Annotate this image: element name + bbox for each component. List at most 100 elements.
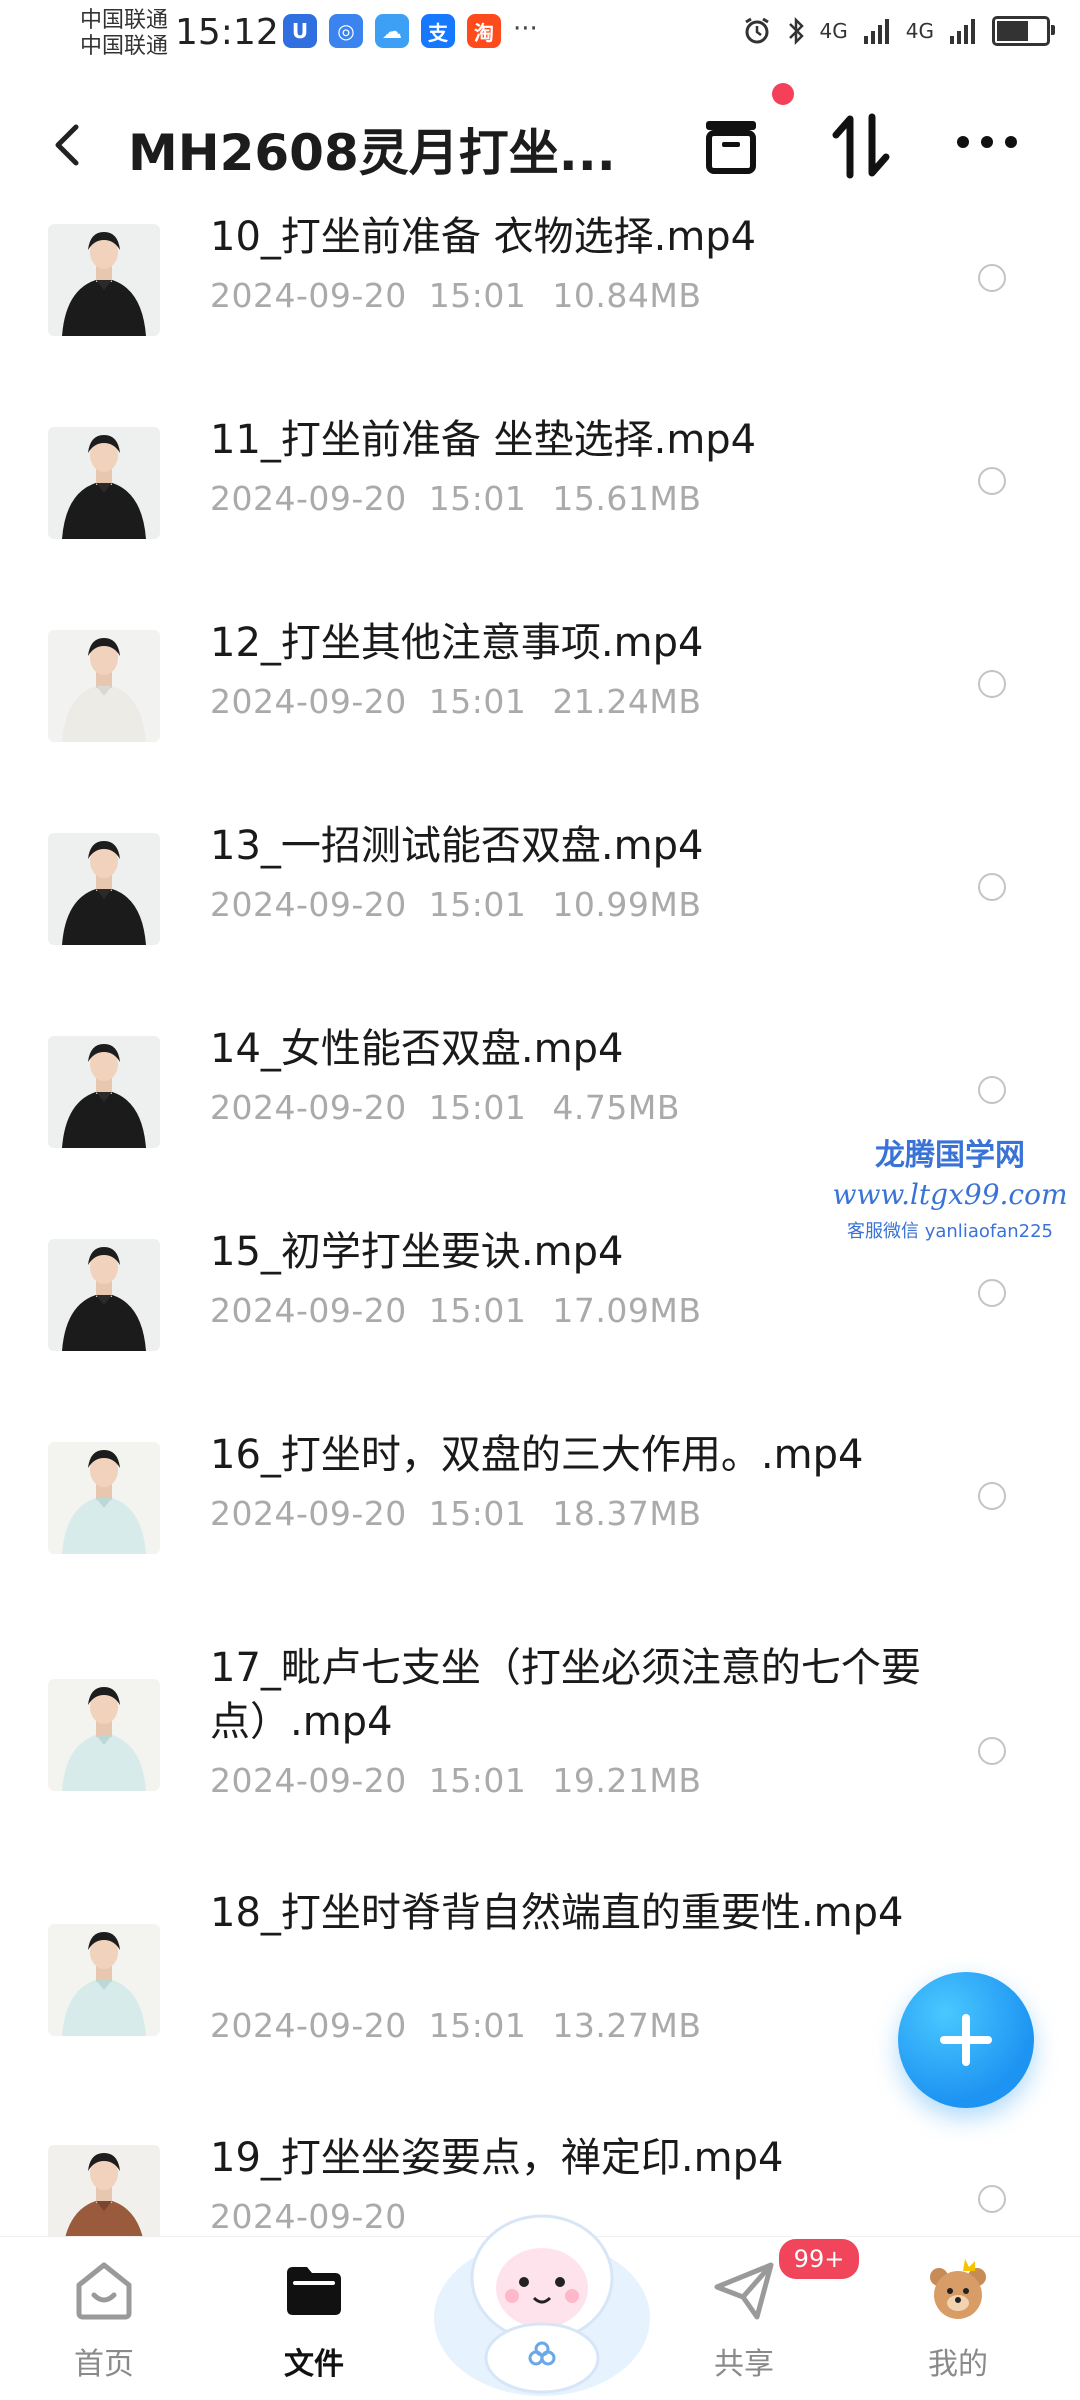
file-meta: 2024-09-20 15:01 19.21MB (210, 1761, 701, 1800)
nav-files[interactable]: 文件 (234, 2255, 394, 2383)
select-checkbox[interactable] (978, 467, 1006, 495)
file-size: 13.27MB (552, 2006, 702, 2045)
file-name: 18_打坐时脊背自然端直的重要性.mp4 (210, 1890, 904, 1936)
video-thumbnail (48, 630, 160, 742)
folder-icon (287, 2267, 341, 2315)
file-meta: 2024-09-20 15:01 4.75MB (210, 1088, 680, 1127)
signal-1-label: 4G (819, 19, 848, 43)
video-thumbnail (48, 1924, 160, 2036)
status-app-icons: U ◎ ☁ 支淘 ··· (283, 14, 538, 48)
file-size: 19.21MB (552, 1761, 702, 1800)
file-date: 2024-09-20 (210, 1291, 407, 1330)
file-meta: 2024-09-20 15:01 10.99MB (210, 885, 701, 924)
app-root: 中国联通 中国联通 15:12 U ◎ ☁ 支淘 ··· 4G 4G MH2608灵月打… (0, 0, 1080, 2400)
select-checkbox[interactable] (978, 873, 1006, 901)
status-bar: 中国联通 中国联通 15:12 U ◎ ☁ 支淘 ··· 4G 4G (0, 0, 1080, 70)
add-button[interactable] (898, 1972, 1034, 2108)
video-thumbnail (48, 1239, 160, 1351)
file-size: 17.09MB (552, 1291, 702, 1330)
sort-icon[interactable] (830, 113, 892, 179)
select-checkbox[interactable] (978, 1482, 1006, 1510)
file-time: 15:01 (428, 682, 527, 721)
app-shield-icon: U (283, 14, 317, 48)
signal-2-icon (950, 19, 975, 44)
app-taobao-icon: 淘 (467, 14, 501, 48)
share-icon (714, 2262, 774, 2320)
status-indicators: 4G 4G (742, 16, 1055, 46)
bluetooth-icon (788, 16, 804, 46)
file-size: 18.37MB (552, 1494, 702, 1533)
file-size: 4.75MB (552, 1088, 680, 1127)
carrier-1: 中国联通 (80, 8, 169, 33)
page-title: MH2608灵月打坐... (128, 124, 616, 182)
nav-home-label: 首页 (74, 2347, 134, 2382)
file-name: 10_打坐前准备 衣物选择.mp4 (210, 214, 757, 260)
nav-share-label: 共享 (714, 2347, 774, 2382)
watermark-url: www.ltgx99.com (832, 1178, 1068, 1211)
mascot-icon (434, 2214, 650, 2396)
video-thumbnail (48, 427, 160, 539)
select-checkbox[interactable] (978, 1076, 1006, 1104)
signal-1-icon (863, 19, 889, 44)
home-icon (76, 2262, 132, 2320)
file-size: 15.61MB (552, 479, 702, 518)
video-thumbnail (48, 833, 160, 945)
file-size: 10.99MB (552, 885, 702, 924)
file-meta: 2024-09-20 15:01 13.27MB (210, 2006, 701, 2045)
file-row[interactable]: 17_毗卢七支坐（打坐必须注意的七个要点）.mp4 2024-09-20 15:01… (0, 1641, 1080, 1871)
file-name: 17_毗卢七支坐（打坐必须注意的七个要点）.mp4 (210, 1645, 921, 1745)
nav-home[interactable]: 首页 (24, 2255, 184, 2383)
more-options-icon[interactable] (955, 127, 1019, 157)
file-time: 15:01 (428, 1494, 527, 1533)
nav-profile[interactable]: 我的 (878, 2255, 1038, 2383)
watermark: 龙腾国学网 www.ltgx99.com 客服微信 yanliaofan225 (820, 1130, 1080, 1243)
file-row[interactable]: 16_打坐时，双盘的三大作用。.mp4 2024-09-20 15:01 18.37M… (0, 1428, 1080, 1618)
watermark-site-name: 龙腾国学网 (875, 1138, 1025, 1173)
file-size: 10.84MB (552, 276, 702, 315)
battery-icon (992, 16, 1055, 46)
nav-files-label: 文件 (284, 2347, 344, 2382)
status-time: 15:12 (175, 12, 279, 53)
file-meta: 2024-09-20 15:01 21.24MB (210, 682, 701, 721)
file-date: 2024-09-20 (210, 1088, 407, 1127)
select-checkbox[interactable] (978, 1279, 1006, 1307)
select-checkbox[interactable] (978, 1737, 1006, 1765)
select-checkbox[interactable] (978, 670, 1006, 698)
file-row[interactable]: 10_打坐前准备 衣物选择.mp4 2024-09-20 15:01 10.84MB (0, 210, 1080, 400)
file-meta: 2024-09-20 (210, 2197, 455, 2236)
file-time: 15:01 (428, 1291, 527, 1330)
file-row[interactable]: 13_一招测试能否双盘.mp4 2024-09-20 15:01 10.99MB (0, 819, 1080, 1009)
file-time: 15:01 (428, 2006, 527, 2045)
file-date: 2024-09-20 (210, 1494, 407, 1533)
file-time: 15:01 (428, 479, 527, 518)
file-time: 15:01 (428, 885, 527, 924)
select-checkbox[interactable] (978, 2185, 1006, 2213)
file-name: 12_打坐其他注意事项.mp4 (210, 620, 704, 666)
file-name: 14_女性能否双盘.mp4 (210, 1026, 624, 1072)
file-date: 2024-09-20 (210, 1761, 407, 1800)
carrier-info: 中国联通 中国联通 (80, 8, 168, 60)
signal-2-label: 4G (905, 19, 934, 43)
select-checkbox[interactable] (978, 264, 1006, 292)
file-size: 21.24MB (552, 682, 702, 721)
assistant-mascot[interactable] (424, 2168, 660, 2400)
file-date: 2024-09-20 (210, 682, 407, 721)
app-browser-icon: ◎ (329, 14, 363, 48)
top-app-bar: MH2608灵月打坐... (0, 83, 1080, 195)
archive-box-icon[interactable] (700, 115, 762, 177)
file-row[interactable]: 11_打坐前准备 坐垫选择.mp4 2024-09-20 15:01 15.61MB (0, 413, 1080, 603)
more-notifications-icon: ··· (513, 14, 538, 44)
file-date: 2024-09-20 (210, 276, 407, 315)
app-alipay-icon: 支 (421, 14, 455, 48)
notification-dot (772, 83, 794, 105)
file-date: 2024-09-20 (210, 885, 407, 924)
file-meta: 2024-09-20 15:01 10.84MB (210, 276, 701, 315)
file-row[interactable]: 12_打坐其他注意事项.mp4 2024-09-20 15:01 21.24MB (0, 616, 1080, 806)
file-date: 2024-09-20 (210, 2197, 407, 2236)
video-thumbnail (48, 224, 160, 336)
file-meta: 2024-09-20 15:01 17.09MB (210, 1291, 701, 1330)
file-row[interactable]: 15_初学打坐要诀.mp4 2024-09-20 15:01 17.09MB (0, 1225, 1080, 1415)
alarm-icon (744, 17, 769, 44)
back-arrow-icon[interactable] (48, 123, 88, 167)
file-time: 15:01 (428, 1761, 527, 1800)
